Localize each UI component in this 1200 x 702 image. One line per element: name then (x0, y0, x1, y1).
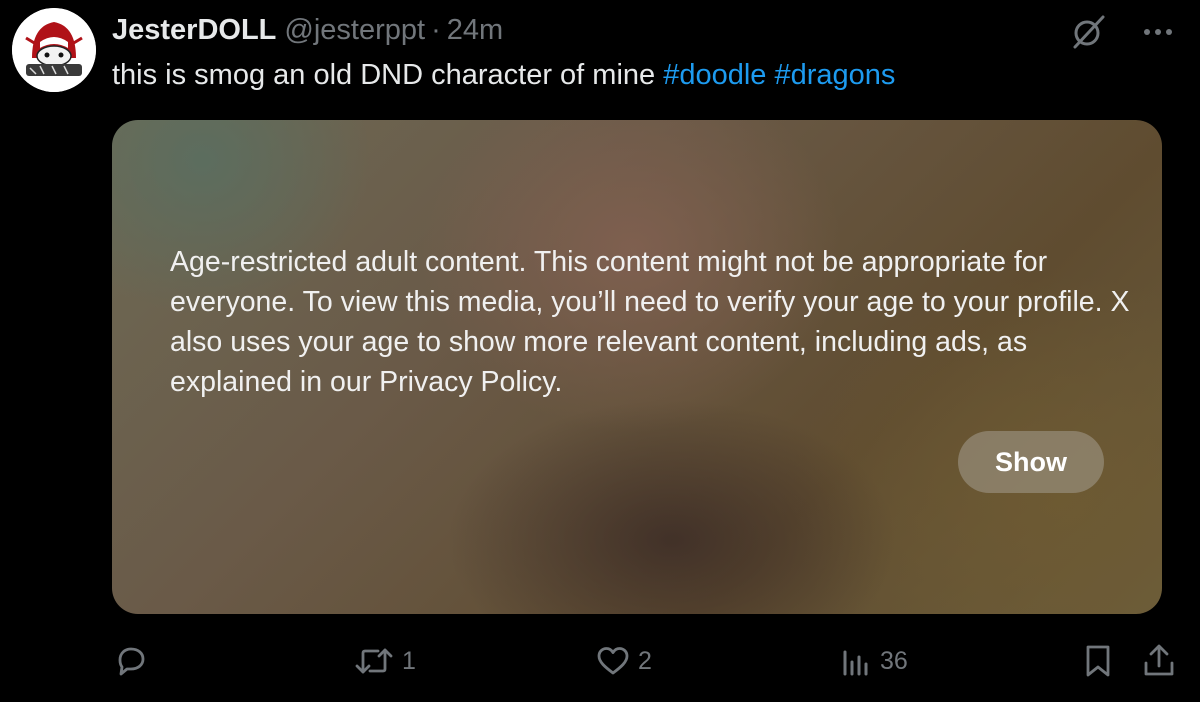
user-handle[interactable]: @jesterppt (284, 12, 425, 48)
share-button[interactable] (1141, 640, 1177, 682)
post-top-actions (1066, 10, 1180, 54)
show-media-button[interactable]: Show (958, 431, 1104, 493)
avatar[interactable] (12, 8, 96, 92)
reply-icon (118, 647, 145, 676)
age-restriction-warning: Age-restricted adult content. This conte… (170, 246, 1130, 398)
reply-button[interactable] (114, 640, 156, 682)
bookmark-icon (1086, 645, 1110, 677)
post-body: this is smog an old DND character of min… (112, 59, 656, 91)
like-button[interactable]: 2 (596, 640, 652, 682)
views-icon (843, 650, 868, 676)
repost-button[interactable]: 1 (354, 640, 416, 682)
media-container[interactable]: Age-restricted adult content. This conte… (112, 120, 1162, 614)
timestamp[interactable]: 24m (447, 12, 503, 48)
like-count: 2 (638, 646, 652, 675)
hashtag-link[interactable]: #dragons (775, 59, 896, 91)
repost-icon (355, 648, 393, 674)
views-count: 36 (880, 646, 908, 675)
views-button[interactable]: 36 (838, 640, 908, 682)
hashtag-link[interactable]: #doodle (663, 59, 766, 91)
bookmark-button[interactable] (1081, 640, 1115, 682)
post: JesterDOLL @jesterppt · 24m this is smog… (0, 0, 1200, 702)
grok-icon[interactable] (1066, 10, 1110, 54)
repost-count: 1 (402, 646, 416, 675)
post-text: this is smog an old DND character of min… (112, 56, 895, 94)
separator: · (431, 14, 441, 46)
like-icon (597, 647, 629, 675)
more-icon[interactable] (1136, 10, 1180, 54)
post-header: JesterDOLL @jesterppt · 24m (112, 12, 503, 48)
share-icon (1144, 644, 1174, 676)
avatar-image (12, 8, 96, 92)
display-name[interactable]: JesterDOLL (112, 12, 276, 48)
